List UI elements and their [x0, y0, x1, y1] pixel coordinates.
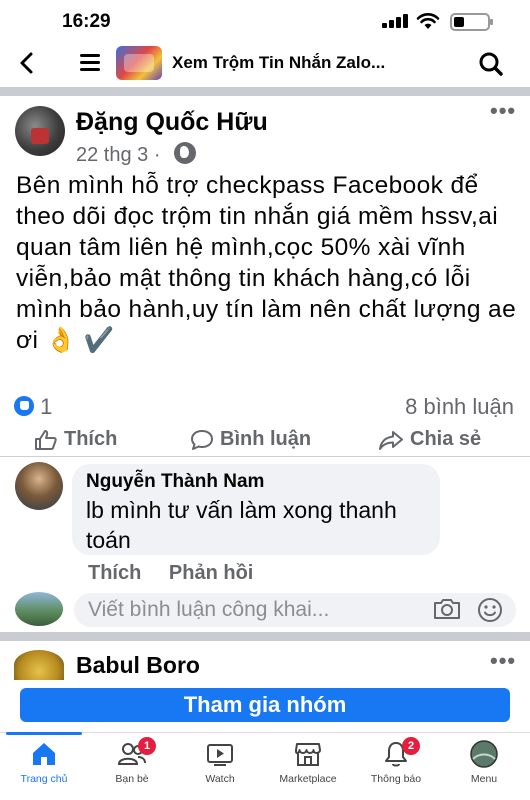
post-body-text: Bên mình hỗ trợ checkpass Facebook để th… — [16, 172, 517, 354]
group-cover-thumbnail[interactable] — [116, 46, 162, 80]
tab-home-label: Trang chủ — [20, 773, 68, 785]
watch-icon — [207, 744, 233, 766]
cellular-signal-icon — [382, 14, 410, 28]
hamburger-menu-icon[interactable] — [80, 54, 100, 71]
comment-button[interactable]: Bình luận — [190, 428, 311, 451]
friends-badge: 1 — [138, 737, 156, 755]
post2-more-options-icon[interactable]: ••• — [490, 648, 516, 674]
post-date[interactable]: 22 thg 3 — [76, 144, 148, 166]
tab-marketplace-label: Marketplace — [279, 773, 337, 785]
comment-count[interactable]: 8 bình luận — [405, 394, 514, 420]
join-group-area: Tham gia nhóm — [0, 680, 530, 734]
reaction-count: 1 — [40, 394, 53, 419]
group-title[interactable]: Xem Trộm Tin Nhắn Zalo... — [172, 53, 442, 73]
status-time: 16:29 — [62, 11, 111, 32]
more-options-icon[interactable]: ••• — [490, 98, 516, 124]
commenter-avatar[interactable] — [15, 462, 63, 510]
comment-bubble-icon — [191, 429, 213, 450]
join-group-button[interactable]: Tham gia nhóm — [20, 688, 510, 722]
author-avatar[interactable] — [15, 106, 65, 156]
actions-divider — [0, 456, 530, 457]
wifi-icon — [416, 13, 440, 29]
meta-separator: · — [153, 144, 161, 166]
comment-like-button[interactable]: Thích — [88, 562, 141, 584]
battery-icon — [450, 13, 493, 31]
post2-author-name[interactable]: Babul Boro — [76, 652, 200, 679]
post-actions: Thích Bình luận Chia sẻ — [0, 424, 530, 456]
notifications-badge: 2 — [402, 737, 420, 755]
emoji-icon[interactable] — [476, 596, 504, 629]
comment-label: Bình luận — [220, 428, 312, 450]
bottom-tab-bar: Trang chủ 1 Bạn bè Watch Marketplace 2 T… — [0, 732, 530, 800]
search-icon[interactable] — [478, 51, 504, 82]
comment-bubble: Nguyễn Thành Nam lb mình tư vấn làm xong… — [72, 464, 440, 555]
menu-avatar-icon — [470, 740, 498, 768]
back-button[interactable] — [18, 50, 34, 80]
comment-reply-button[interactable]: Phản hồi — [169, 562, 253, 584]
tab-menu-label: Menu — [470, 773, 498, 785]
comment-text: lb mình tư vấn làm xong thanh toán — [86, 497, 397, 553]
share-arrow-icon — [379, 430, 403, 450]
tab-friends[interactable]: 1 Bạn bè — [88, 733, 176, 800]
top-bar: Xem Trộm Tin Nhắn Zalo... — [0, 42, 530, 86]
comment-actions: Thích Phản hồi — [88, 562, 275, 585]
tab-notifications[interactable]: 2 Thông báo — [352, 733, 440, 800]
section-divider — [0, 87, 530, 96]
tab-friends-label: Bạn bè — [115, 773, 149, 785]
post-meta: 22 thg 3 · — [76, 142, 197, 167]
tab-notifications-label: Thông báo — [370, 773, 422, 785]
camera-icon[interactable] — [432, 597, 462, 626]
tab-home[interactable]: Trang chủ — [0, 732, 88, 800]
chevron-left-icon — [20, 52, 33, 74]
thumbs-up-icon — [35, 429, 57, 450]
share-button[interactable]: Chia sẻ — [378, 428, 481, 451]
status-bar: 16:29 — [0, 0, 530, 42]
like-button[interactable]: Thích — [34, 428, 117, 451]
like-reaction-icon — [14, 396, 34, 416]
marketplace-icon — [295, 743, 321, 766]
reaction-summary[interactable]: 1 — [14, 394, 52, 420]
post2-author-avatar[interactable] — [14, 650, 64, 680]
globe-icon — [174, 142, 197, 164]
like-label: Thích — [64, 428, 118, 450]
current-user-avatar — [15, 592, 63, 626]
post-author-name[interactable]: Đặng Quốc Hữu — [76, 108, 268, 137]
comment-author-name[interactable]: Nguyễn Thành Nam — [86, 471, 426, 493]
tab-menu[interactable]: Menu — [440, 733, 528, 800]
tab-watch[interactable]: Watch — [176, 733, 264, 800]
tab-watch-label: Watch — [205, 773, 235, 785]
tab-marketplace[interactable]: Marketplace — [264, 733, 352, 800]
share-label: Chia sẻ — [410, 428, 482, 450]
home-icon — [33, 743, 55, 765]
section-divider — [0, 632, 530, 641]
